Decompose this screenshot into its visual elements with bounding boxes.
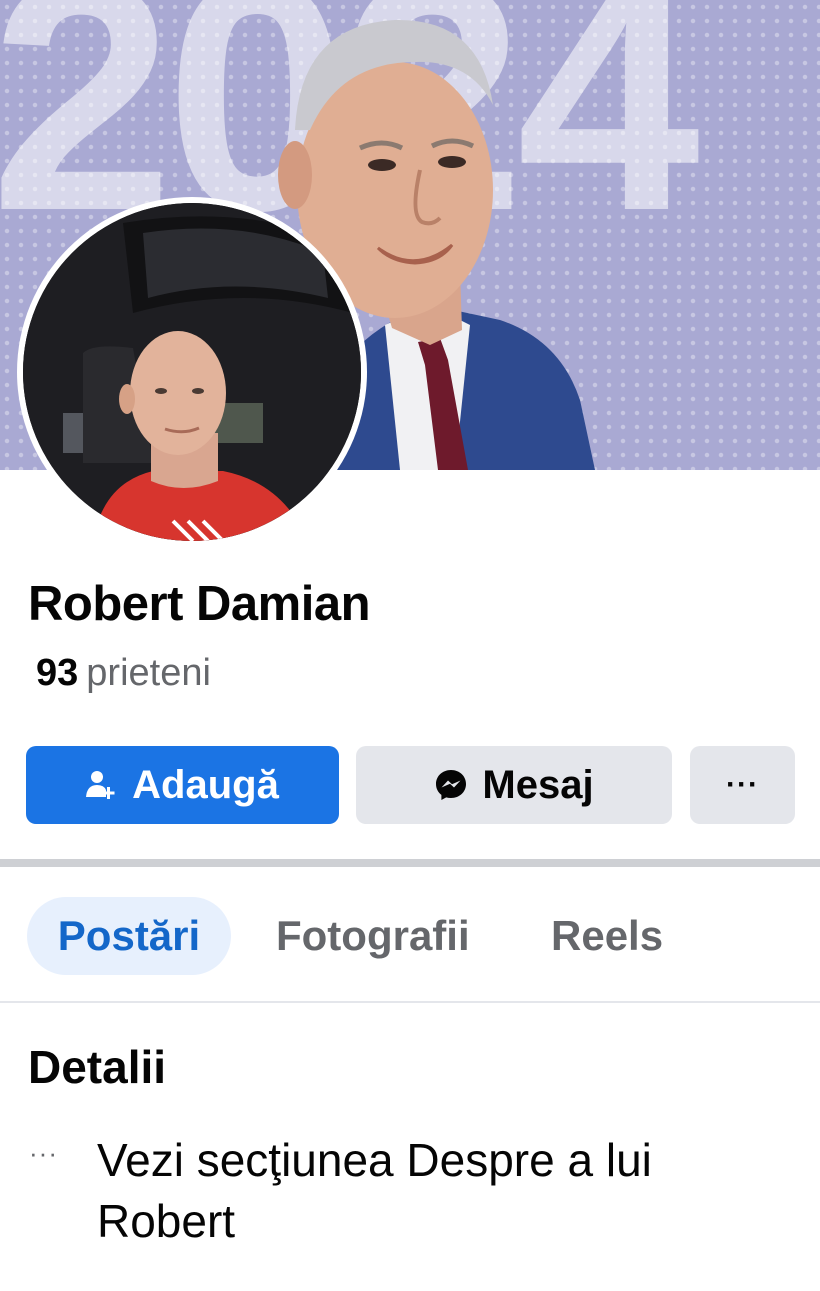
add-friend-icon xyxy=(86,769,118,801)
friends-count-number: 93 xyxy=(36,652,79,694)
more-dots-icon: ··· xyxy=(29,1138,58,1168)
tab-photos-label: Fotografii xyxy=(276,912,470,959)
more-icon: ··· xyxy=(726,768,759,801)
friends-label: prieteni xyxy=(86,652,211,694)
details-heading: Detalii xyxy=(28,1041,167,1093)
friends-count[interactable]: 93 prieteni xyxy=(36,652,211,695)
profile-avatar[interactable] xyxy=(17,197,367,547)
tab-reels[interactable]: Reels xyxy=(551,897,663,975)
tab-photos[interactable]: Fotografii xyxy=(276,897,470,975)
tab-reels-label: Reels xyxy=(551,912,664,959)
section-divider xyxy=(0,859,820,867)
tab-posts-label: Postări xyxy=(57,912,201,959)
more-options-button[interactable]: ··· xyxy=(690,746,795,824)
add-friend-button[interactable]: Adaugă xyxy=(26,746,339,824)
avatar-photo xyxy=(23,203,361,541)
tabs-divider xyxy=(0,1001,820,1003)
message-label: Mesaj xyxy=(482,762,594,807)
add-friend-label: Adaugă xyxy=(132,762,279,807)
see-about-link[interactable]: Vezi secţiunea Despre a lui Robert xyxy=(97,1130,787,1252)
message-button[interactable]: Mesaj xyxy=(356,746,672,824)
messenger-icon xyxy=(434,768,468,802)
tab-posts[interactable]: Postări xyxy=(27,897,231,975)
profile-name: Robert Damian xyxy=(28,577,371,631)
